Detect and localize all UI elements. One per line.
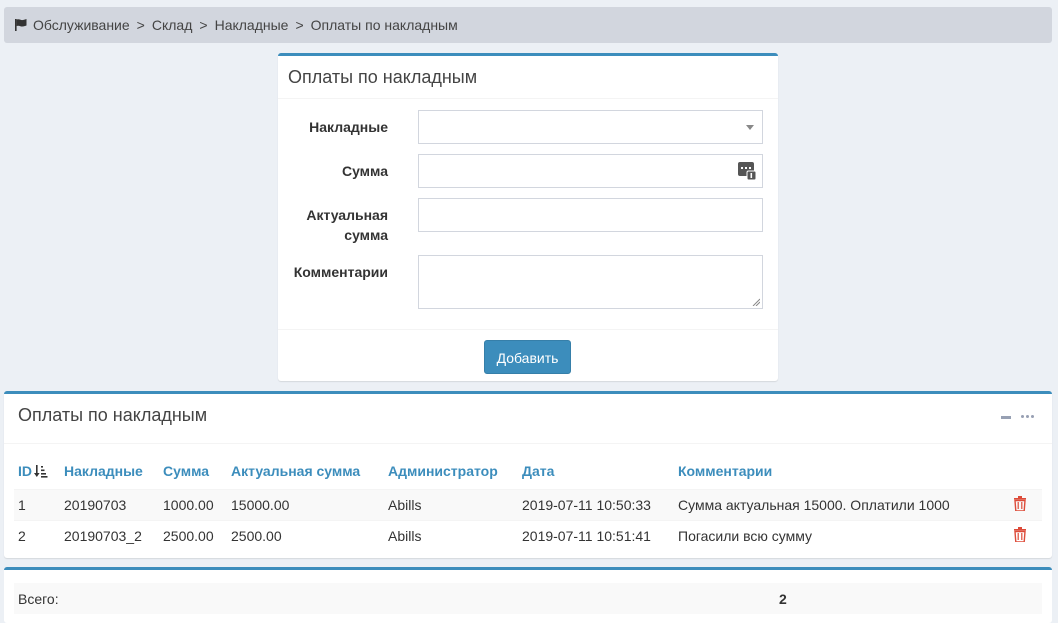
cell-sum: 1000.00 (159, 488, 227, 520)
trash-icon[interactable] (1014, 495, 1026, 512)
table-header-row: ID Накладные Сумма Актуальная сумма Адми… (14, 454, 1042, 489)
breadcrumb-separator: > (295, 17, 304, 33)
total-row: Всего: 2 (14, 583, 1042, 614)
resize-grip-icon[interactable] (752, 298, 760, 306)
flag-icon (15, 19, 27, 31)
cell-actions (1004, 488, 1042, 520)
box-tools (1001, 410, 1034, 419)
invoice-select[interactable] (418, 110, 763, 144)
cell-actual-sum: 15000.00 (227, 488, 384, 520)
actual-sum-input[interactable] (418, 198, 763, 232)
actual-sum-label-line1: Актуальная (306, 207, 388, 223)
add-button[interactable]: Добавить (484, 340, 571, 374)
column-header-admin[interactable]: Администратор (384, 454, 518, 489)
table-row: 1 20190703 1000.00 15000.00 Abills 2019-… (14, 488, 1042, 520)
cell-id: 1 (14, 488, 60, 520)
cell-actions (1004, 519, 1042, 551)
cell-date: 2019-07-11 10:50:33 (518, 488, 674, 520)
cell-id: 2 (14, 519, 60, 551)
column-header-date[interactable]: Дата (518, 454, 674, 489)
column-header-comments[interactable]: Комментарии (674, 454, 1004, 489)
sum-label: Сумма (341, 163, 388, 179)
payments-list-box: Оплаты по накладным ID Накладные Сумма А… (4, 391, 1052, 558)
collapse-icon[interactable] (1001, 416, 1011, 419)
comments-label: Комментарии (293, 264, 388, 280)
sort-amount-down-icon[interactable] (34, 464, 48, 478)
form-footer-divider (278, 329, 778, 330)
cell-admin: Abills (384, 488, 518, 520)
sum-input[interactable] (418, 154, 763, 188)
column-header-sum[interactable]: Сумма (159, 454, 227, 489)
column-header-id[interactable]: ID (14, 454, 60, 489)
actual-sum-label-line2: сумма (344, 227, 388, 243)
total-label: Всего: (18, 590, 59, 607)
cell-invoice: 20190703_2 (60, 519, 159, 551)
comments-textarea[interactable] (418, 255, 763, 309)
invoice-row: Накладные (278, 110, 778, 144)
cell-actual-sum: 2500.00 (227, 519, 384, 551)
calculator-icon[interactable] (738, 162, 756, 180)
form-title: Оплаты по накладным (278, 56, 778, 99)
column-header-invoices[interactable]: Накладные (60, 454, 159, 489)
sum-row: Сумма (278, 154, 778, 188)
more-options-icon[interactable] (1021, 415, 1034, 418)
breadcrumb: Обслуживание > Склад > Накладные > Оплат… (4, 7, 1052, 43)
invoice-label: Накладные (309, 119, 388, 135)
cell-invoice: 20190703 (60, 488, 159, 520)
breadcrumb-item-invoices[interactable]: Накладные (215, 17, 289, 33)
actual-sum-row: Актуальная сумма (278, 198, 778, 248)
table-row: 2 20190703_2 2500.00 2500.00 Abills 2019… (14, 519, 1042, 551)
cell-comment: Погасили всю сумму (674, 519, 1004, 551)
breadcrumb-separator: > (136, 17, 145, 33)
breadcrumb-item-current: Оплаты по накладным (310, 17, 458, 33)
breadcrumb-separator: > (199, 17, 208, 33)
payment-form-box: Оплаты по накладным Накладные Сумма Акту… (278, 53, 778, 381)
cell-sum: 2500.00 (159, 519, 227, 551)
trash-icon[interactable] (1014, 526, 1026, 543)
cell-comment: Сумма актуальная 15000. Оплатили 1000 (674, 488, 1004, 520)
list-title: Оплаты по накладным (4, 394, 1052, 444)
payments-table: ID Накладные Сумма Актуальная сумма Адми… (14, 454, 1042, 551)
cell-admin: Abills (384, 519, 518, 551)
total-value: 2 (779, 590, 787, 607)
column-header-actions (1004, 454, 1042, 489)
breadcrumb-item-service[interactable]: Обслуживание (33, 17, 130, 33)
chevron-down-icon (746, 125, 754, 130)
breadcrumb-item-warehouse[interactable]: Склад (152, 17, 193, 33)
comments-row: Комментарии (278, 255, 778, 309)
total-box: Всего: 2 (4, 567, 1052, 623)
actual-sum-label: Актуальная сумма (278, 205, 388, 245)
column-header-actual-sum[interactable]: Актуальная сумма (227, 454, 384, 489)
cell-date: 2019-07-11 10:51:41 (518, 519, 674, 551)
